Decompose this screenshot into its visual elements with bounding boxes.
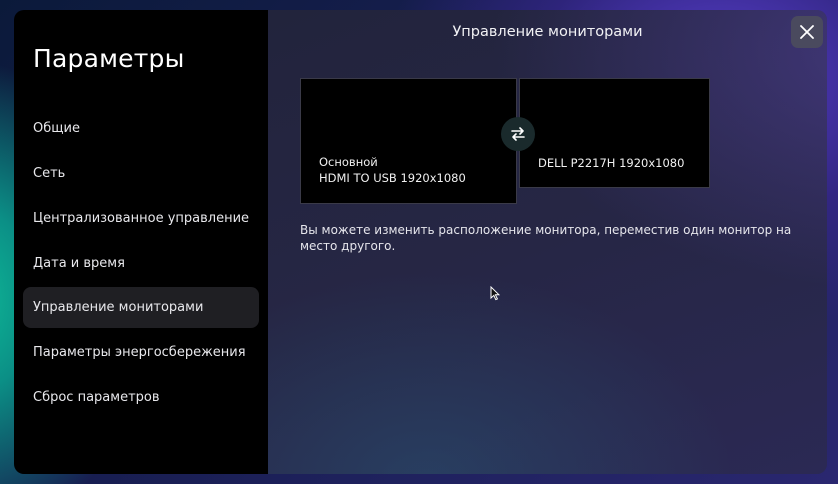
close-icon [800,25,814,39]
settings-window: Параметры Общие Сеть Централизованное уп… [14,10,827,474]
mouse-cursor-icon [490,286,500,301]
monitor-secondary-label: DELL P2217H 1920x1080 [538,155,684,171]
monitor-secondary-name: DELL P2217H 1920x1080 [538,156,685,170]
monitor-primary-name: HDMI TO USB 1920x1080 [319,171,466,185]
monitor-primary-label: Основной HDMI TO USB 1920x1080 [319,154,466,186]
sidebar-title: Параметры [33,44,185,73]
sidebar-item-network[interactable]: Сеть [23,153,259,194]
sidebar-item-reset[interactable]: Сброс параметров [23,377,259,418]
swap-monitors-button[interactable] [501,117,535,151]
monitor-primary[interactable]: Основной HDMI TO USB 1920x1080 [300,78,517,204]
monitor-hint-text: Вы можете изменить расположение монитора… [300,223,792,253]
sidebar-item-date-time[interactable]: Дата и время [23,243,259,284]
sidebar-item-power-saving[interactable]: Параметры энергосбережения [23,332,259,373]
page-title: Управление мониторами [452,24,643,40]
sidebar-item-general[interactable]: Общие [23,108,259,149]
sidebar-item-monitor-management[interactable]: Управление мониторами [23,287,259,328]
monitor-primary-role: Основной [319,155,378,169]
sidebar: Параметры Общие Сеть Централизованное уп… [14,10,268,474]
swap-arrows-icon [511,127,525,141]
sidebar-item-central-management[interactable]: Централизованное управление [23,198,259,239]
monitor-secondary[interactable]: DELL P2217H 1920x1080 [519,78,710,188]
close-button[interactable] [791,16,823,48]
main-panel: Управление мониторами Основной HDMI TO U… [268,10,827,474]
